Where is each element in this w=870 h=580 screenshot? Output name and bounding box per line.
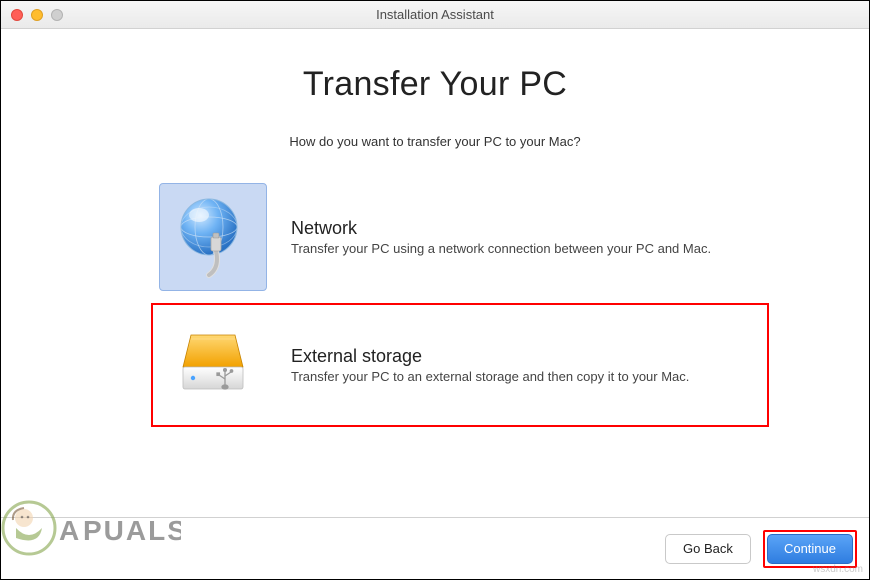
- continue-highlight: Continue: [763, 530, 857, 568]
- continue-button[interactable]: Continue: [767, 534, 853, 564]
- page-subtitle: How do you want to transfer your PC to y…: [61, 134, 809, 149]
- network-icon: [159, 183, 267, 291]
- footer: Go Back Continue: [1, 517, 869, 579]
- close-icon[interactable]: [11, 9, 23, 21]
- go-back-button[interactable]: Go Back: [665, 534, 751, 564]
- option-network[interactable]: Network Transfer your PC using a network…: [151, 175, 769, 299]
- options-list: Network Transfer your PC using a network…: [151, 175, 769, 427]
- option-network-text: Network Transfer your PC using a network…: [291, 218, 761, 256]
- option-external-title: External storage: [291, 346, 761, 367]
- content-area: Transfer Your PC How do you want to tran…: [1, 29, 869, 497]
- maximize-icon: [51, 9, 63, 21]
- window-controls: [11, 9, 63, 21]
- titlebar: Installation Assistant: [1, 1, 869, 29]
- option-external-text: External storage Transfer your PC to an …: [291, 346, 761, 384]
- option-external-storage[interactable]: External storage Transfer your PC to an …: [151, 303, 769, 427]
- page-title: Transfer Your PC: [61, 65, 809, 104]
- option-external-desc: Transfer your PC to an external storage …: [291, 369, 761, 384]
- external-storage-icon: [159, 311, 267, 419]
- minimize-icon[interactable]: [31, 9, 43, 21]
- option-network-title: Network: [291, 218, 761, 239]
- window-title: Installation Assistant: [1, 7, 869, 22]
- option-network-desc: Transfer your PC using a network connect…: [291, 241, 761, 256]
